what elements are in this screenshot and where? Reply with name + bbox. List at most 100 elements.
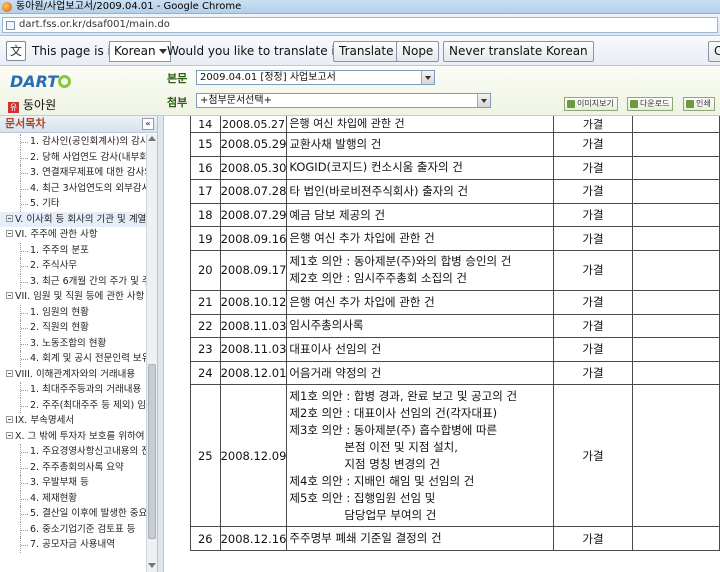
toc-item[interactable]: 3. 우발부채 등 — [0, 475, 146, 491]
agenda-line: 제2호 의안 : 대표이사 선임의 건(각자대표) — [289, 405, 498, 420]
row-date: 2008.05.30 — [219, 155, 288, 181]
logo-text: DART — [10, 72, 59, 91]
tree-line — [20, 521, 28, 537]
collapse-sidebar-button[interactable]: « — [142, 118, 154, 130]
row-agenda: 어음거래 약정의 건 — [286, 360, 555, 386]
toc-item[interactable]: 3. 최근 6개월 간의 주가 및 주식 — [0, 273, 146, 289]
attachment-select[interactable]: +첨부문서선택+ — [196, 93, 491, 108]
agenda-line: 제4호 의안 : 지배인 해임 및 선임의 건 — [289, 473, 475, 488]
sidebar-title: 문서목차 — [5, 117, 46, 130]
toc-item[interactable]: 1. 최대주주등과의 거래내용 — [0, 382, 146, 398]
row-date: 2008.07.28 — [219, 179, 288, 204]
table-row: 20 2008.09.17 제1호 의안 : 동아제분(주)와의 합병 승인의 건제… — [190, 249, 720, 291]
tree-line — [20, 397, 28, 413]
agenda-line: 제5호 의안 : 집행임원 선임 및 — [289, 490, 436, 505]
download-button[interactable]: 다운로드 — [627, 97, 674, 111]
tree-line — [20, 475, 28, 491]
toc-item[interactable]: 3. 노동조합의 현황 — [0, 335, 146, 351]
toc-section[interactable]: V. 이사회 등 회사의 기관 및 계열회사 — [0, 211, 146, 227]
toc-item[interactable]: 1. 주요경영사항신고내용의 진행 — [0, 444, 146, 460]
collapse-toggle-icon[interactable] — [6, 431, 13, 439]
row-number: 24 — [190, 360, 221, 386]
toc-item[interactable]: 4. 최근 3사업연도의 외부감사인 — [0, 180, 146, 196]
row-result: 가결 — [553, 249, 633, 291]
row-agenda: 예금 담보 제공의 건 — [286, 202, 555, 228]
print-button[interactable]: 인쇄 — [683, 97, 715, 111]
row-result: 가결 — [553, 337, 633, 362]
scroll-down-icon[interactable] — [148, 563, 156, 568]
dart-logo[interactable]: DART — [10, 72, 72, 91]
toc-item[interactable]: 6. 중소기업기준 검토표 등 — [0, 521, 146, 537]
never-translate-button[interactable]: Never translate Korean — [443, 41, 594, 62]
tree-line — [20, 304, 28, 320]
toc-label: 4. 최근 3사업연도의 외부감사인 — [30, 182, 146, 194]
row-note — [631, 313, 720, 339]
agenda-line: 제1호 의안 : 동아제분(주)와의 합병 승인의 건 — [289, 254, 512, 269]
close-infobar-button[interactable]: C — [708, 41, 720, 62]
collapse-toggle-icon[interactable] — [6, 214, 13, 222]
row-note — [631, 179, 720, 204]
row-number: 15 — [190, 132, 221, 157]
sidebar-scrollbar[interactable] — [146, 134, 157, 572]
toc-item[interactable]: 3. 연결재무제표에 대한 감사의견 — [0, 165, 146, 181]
toc-item[interactable]: 1. 감사인(공인회계사)의 감사의견 — [0, 134, 146, 150]
tree-line — [20, 242, 28, 258]
row-date: 2008.11.03 — [219, 313, 288, 339]
scrollbar-thumb[interactable] — [148, 364, 156, 539]
board-resolutions-table: 14 2008.05.27 은행 여신 차입에 관한 건 가결 15 2008.05.29… — [190, 116, 720, 551]
tree-line — [20, 273, 28, 289]
company-type-icon: 유 — [8, 102, 19, 113]
toc-item[interactable]: 1. 임원의 현황 — [0, 304, 146, 320]
row-number: 20 — [190, 249, 221, 291]
row-agenda: 은행 여신 추가 차입에 관한 건 — [286, 289, 555, 315]
toc-label: 2. 주주총회의사록 요약 — [30, 461, 124, 473]
toc-item[interactable]: 4. 제재현황 — [0, 490, 146, 506]
row-agenda: 제1호 의안 : 합병 경과, 완료 보고 및 공고의 건 제2호 의안 : 대표… — [286, 384, 555, 528]
tree-line — [20, 506, 28, 522]
toc-section[interactable]: X. 그 밖에 투자자 보호를 위하여 — [0, 429, 146, 445]
toc-section[interactable]: VIII. 이해관계자와의 거래내용 — [0, 367, 146, 383]
toc-item[interactable]: 7. 공모자금 사용내역 — [0, 537, 146, 553]
row-note — [631, 202, 720, 228]
collapse-toggle-icon[interactable] — [6, 416, 13, 423]
row-note — [631, 132, 720, 157]
toc-item[interactable]: 1. 주주의 분포 — [0, 242, 146, 258]
toc-item[interactable]: 2. 주주(최대주주 등 제외) 임원 — [0, 397, 146, 413]
row-date: 2008.09.16 — [219, 226, 288, 251]
toc-label: 1. 주요경영사항신고내용의 진행 — [30, 446, 146, 457]
collapse-toggle-icon[interactable] — [6, 369, 13, 377]
document-viewer: 14 2008.05.27 은행 여신 차입에 관한 건 가결 15 2008.05.29… — [158, 116, 720, 572]
tree-line — [20, 537, 28, 553]
toc-label: VII. 임원 및 직원 등에 관한 사항 — [15, 291, 145, 302]
toc-item[interactable]: 4. 회계 및 공시 전문인력 보유현황 — [0, 351, 146, 367]
company-name: 동아원 — [23, 98, 57, 112]
toc-label: 3. 최근 6개월 간의 주가 및 주식 — [30, 275, 146, 287]
attach-label: 첨부 — [167, 96, 188, 109]
toc-item[interactable]: 2. 직원의 현황 — [0, 320, 146, 336]
url-field[interactable]: dart.fss.or.kr/dsaf001/main.do — [2, 17, 718, 33]
row-result: 가결 — [553, 360, 633, 386]
toc-item[interactable]: 2. 주식사무 — [0, 258, 146, 274]
chevron-down-icon — [421, 71, 434, 84]
toc-item[interactable]: 5. 결산일 이후에 발생한 중요사항 — [0, 506, 146, 522]
collapse-toggle-icon[interactable] — [6, 292, 13, 299]
toc-item[interactable]: 5. 기타 — [0, 196, 146, 212]
row-result: 가결 — [553, 132, 633, 157]
scroll-up-icon[interactable] — [148, 136, 156, 141]
row-number: 21 — [190, 289, 221, 315]
toc-item[interactable]: 2. 주주총회의사록 요약 — [0, 459, 146, 475]
translate-button[interactable]: Translate — [333, 41, 400, 62]
nope-button[interactable]: Nope — [396, 41, 440, 62]
toc-section[interactable]: VII. 임원 및 직원 등에 관한 사항 — [0, 289, 146, 305]
report-select[interactable]: 2009.04.01 [정정] 사업보고서 — [196, 70, 435, 85]
toc-section[interactable]: VI. 주주에 관한 사항 — [0, 227, 146, 243]
table-row: 16 2008.05.30 KOGID(코지드) 컨소시움 출자의 건 가결 — [190, 155, 720, 181]
collapse-toggle-icon[interactable] — [6, 230, 13, 237]
row-note — [631, 360, 720, 386]
toc-section[interactable]: IX. 부속명세서 — [0, 413, 146, 429]
row-date: 2008.09.17 — [219, 249, 288, 291]
toc-item[interactable]: 2. 당해 사업연도 감사(내부회계) — [0, 149, 146, 165]
view-image-button[interactable]: 이미지보기 — [564, 97, 618, 111]
url-text: dart.fss.or.kr/dsaf001/main.do — [19, 19, 170, 30]
language-select[interactable]: Korean — [109, 41, 171, 62]
